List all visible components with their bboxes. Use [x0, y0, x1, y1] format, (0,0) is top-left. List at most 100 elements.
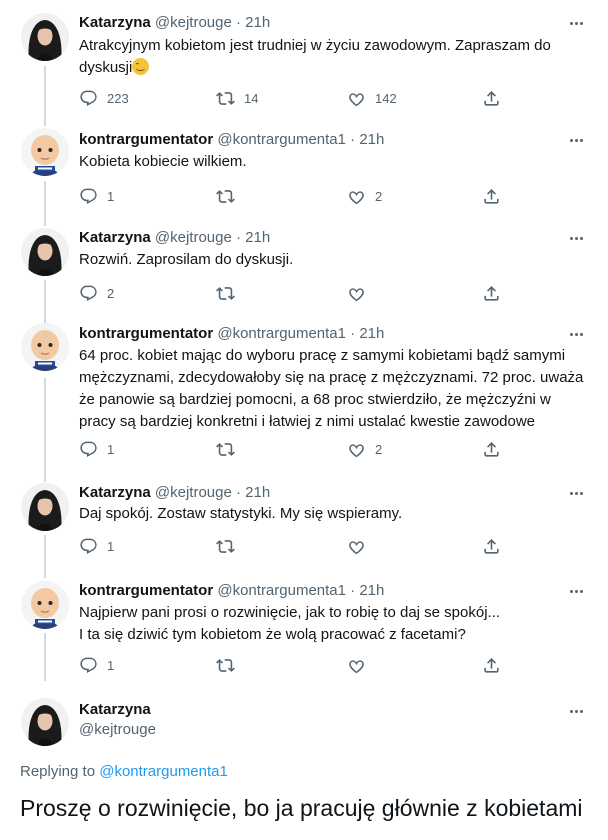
retweet-button[interactable]: [216, 186, 244, 206]
author-handle[interactable]: @kejtrouge: [155, 484, 232, 501]
tweet-text-line: Najpierw pani prosi o rozwinięcie, jak t…: [79, 604, 501, 621]
tweet[interactable]: Katarzyna @kejtrouge · 21h Rozwiń. Zapro…: [0, 218, 608, 318]
tweet-header: Katarzyna @kejtrouge · 21h: [79, 13, 270, 33]
reply-button[interactable]: 1: [79, 186, 114, 206]
reply-icon: [79, 440, 98, 459]
author-name[interactable]: kontrargumentator: [79, 131, 213, 148]
like-button[interactable]: 2: [347, 186, 382, 206]
retweet-icon: [216, 537, 235, 556]
reply-button[interactable]: 1: [79, 439, 114, 459]
retweet-icon: [216, 656, 235, 675]
retweet-button[interactable]: 14: [216, 88, 258, 108]
author-handle[interactable]: @kejtrouge: [79, 721, 156, 738]
timestamp[interactable]: 21h: [359, 325, 384, 342]
reply-count: 223: [107, 90, 129, 106]
author-handle[interactable]: @kontrargumenta1: [217, 582, 346, 599]
like-button[interactable]: [347, 536, 375, 556]
retweet-button[interactable]: [216, 655, 244, 675]
replying-to-link[interactable]: @kontrargumenta1: [99, 763, 228, 780]
avatar[interactable]: [21, 128, 69, 176]
like-button[interactable]: [347, 283, 375, 303]
heart-icon: [347, 440, 366, 459]
reply-button[interactable]: 1: [79, 536, 114, 556]
author-name[interactable]: Katarzyna: [79, 229, 151, 246]
author-handle[interactable]: @kontrargumenta1: [217, 131, 346, 148]
tweet-text-content: Atrakcyjnym kobietom jest trudniej w życ…: [79, 37, 551, 76]
author-handle[interactable]: @kejtrouge: [155, 14, 232, 31]
tweet[interactable]: Katarzyna @kejtrouge · 21h Daj spokój. Z…: [0, 478, 608, 578]
reply-icon: [79, 187, 98, 206]
share-button[interactable]: [482, 439, 501, 459]
author-handle[interactable]: @kejtrouge: [155, 229, 232, 246]
avatar[interactable]: [21, 323, 69, 371]
smiling-face-emoji-icon: [132, 58, 150, 75]
retweet-icon: [216, 440, 235, 459]
reply-count: 1: [107, 538, 115, 554]
like-button[interactable]: 2: [347, 439, 382, 459]
tweet-text-line: że panowie są bardziej pomocni, a 68 pro…: [79, 391, 551, 408]
heart-icon: [347, 187, 366, 206]
separator-dot: ·: [235, 484, 241, 501]
timestamp[interactable]: 21h: [245, 484, 270, 501]
reply-icon: [79, 656, 98, 675]
author-name[interactable]: kontrargumentator: [79, 325, 213, 342]
avatar[interactable]: [21, 698, 69, 746]
reply-button[interactable]: 2: [79, 283, 114, 303]
reply-count: 1: [107, 188, 115, 204]
avatar[interactable]: [21, 13, 69, 61]
replying-to-label: Replying to: [20, 763, 100, 780]
author-name[interactable]: Katarzyna: [79, 484, 151, 501]
reply-button[interactable]: 1: [79, 655, 114, 675]
timestamp[interactable]: 21h: [245, 229, 270, 246]
tweet[interactable]: Katarzyna @kejtrouge · 21h Atrakcyjnym k…: [0, 0, 608, 118]
tweet-header: kontrargumentator @kontrargumenta1 · 21h: [79, 581, 384, 601]
tweet[interactable]: kontrargumentator @kontrargumenta1 · 21h…: [0, 118, 608, 218]
tweet-actions: 1 2: [79, 186, 509, 206]
tweet-actions: 2: [79, 283, 509, 303]
retweet-button[interactable]: [216, 439, 244, 459]
heart-icon: [347, 89, 366, 108]
retweet-icon: [216, 284, 235, 303]
more-options-icon[interactable]: [564, 130, 588, 150]
share-button[interactable]: [482, 186, 501, 206]
more-options-icon[interactable]: [564, 483, 588, 503]
tweet-header: Katarzyna @kejtrouge · 21h: [79, 483, 270, 503]
reply-count: 2: [107, 285, 115, 301]
like-button[interactable]: 142: [347, 88, 397, 108]
timestamp[interactable]: 21h: [359, 582, 384, 599]
timestamp[interactable]: 21h: [245, 14, 270, 31]
avatar[interactable]: [21, 483, 69, 531]
heart-icon: [347, 284, 366, 303]
author-name[interactable]: Katarzyna: [79, 701, 151, 718]
share-icon: [482, 187, 501, 206]
more-options-icon[interactable]: [564, 13, 588, 33]
reply-button[interactable]: 223: [79, 88, 129, 108]
tweet[interactable]: kontrargumentator @kontrargumenta1 · 21h…: [0, 318, 608, 478]
like-button[interactable]: [347, 655, 375, 675]
heart-icon: [347, 537, 366, 556]
more-options-icon[interactable]: [564, 581, 588, 601]
retweet-count: 14: [244, 90, 259, 106]
tweet-header: kontrargumentator @kontrargumenta1 · 21h: [79, 324, 384, 344]
timestamp[interactable]: 21h: [359, 131, 384, 148]
share-button[interactable]: [482, 536, 501, 556]
share-button[interactable]: [482, 283, 501, 303]
retweet-button[interactable]: [216, 536, 244, 556]
more-options-icon[interactable]: [564, 228, 588, 248]
separator-dot: ·: [235, 14, 241, 31]
share-icon: [482, 537, 501, 556]
share-button[interactable]: [482, 88, 501, 108]
tweet-text-line: I ta się dziwić tym kobietom że wolą pra…: [79, 626, 466, 643]
more-options-icon[interactable]: [564, 701, 588, 721]
share-button[interactable]: [482, 655, 501, 675]
author-name[interactable]: Katarzyna: [79, 14, 151, 31]
avatar[interactable]: [21, 228, 69, 276]
retweet-icon: [216, 89, 235, 108]
tweet-text-line: mężczyznami, zdecydowałoby się na pracę …: [79, 369, 584, 386]
author-handle[interactable]: @kontrargumenta1: [217, 325, 346, 342]
tweet[interactable]: kontrargumentator @kontrargumenta1 · 21h…: [0, 578, 608, 688]
avatar[interactable]: [21, 581, 69, 629]
more-options-icon[interactable]: [564, 324, 588, 344]
author-name[interactable]: kontrargumentator: [79, 582, 213, 599]
retweet-button[interactable]: [216, 283, 244, 303]
